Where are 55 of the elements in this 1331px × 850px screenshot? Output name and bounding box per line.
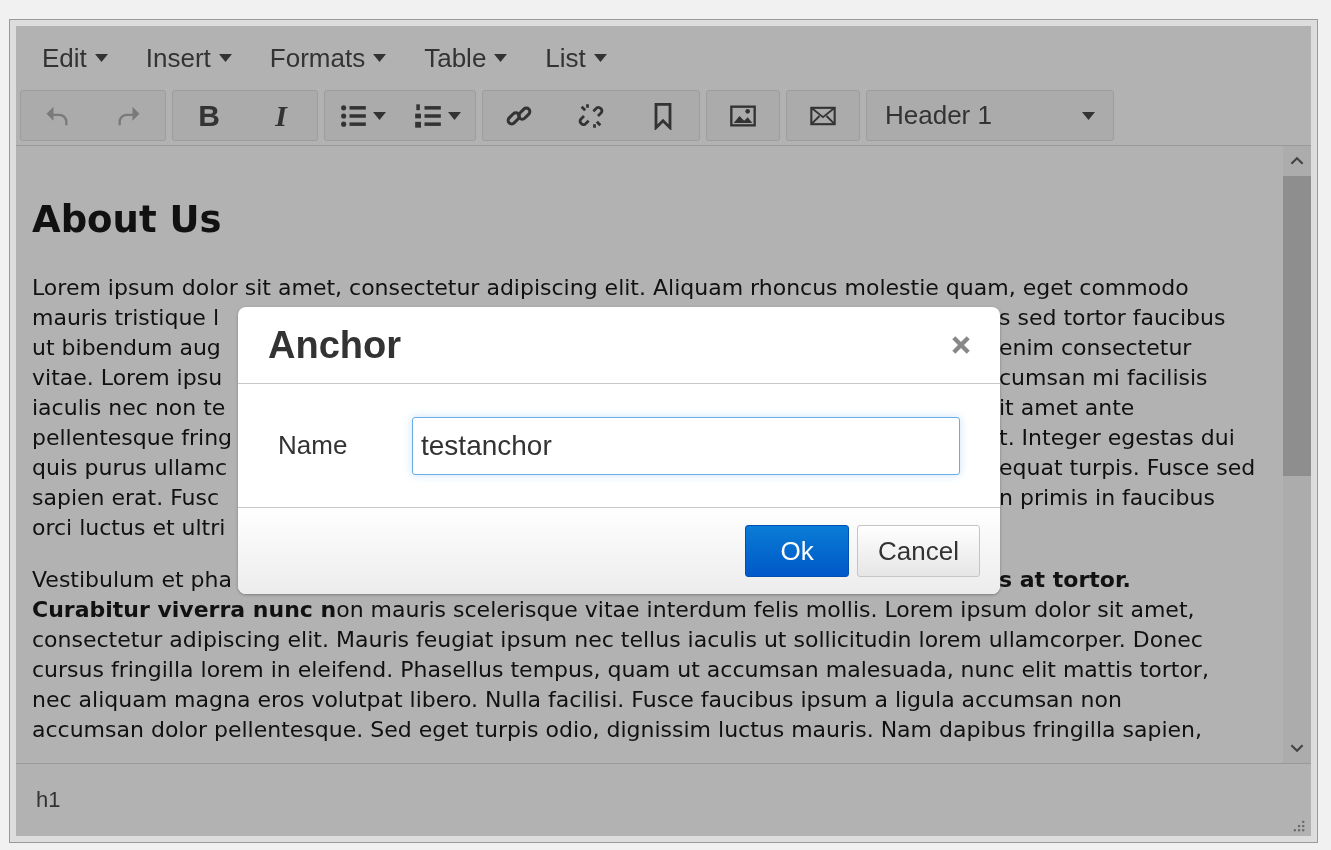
paragraph-line: sapien erat. Fusc — [32, 484, 221, 513]
paragraph-line: iaculis nec non te — [32, 394, 227, 423]
caret-icon — [373, 54, 387, 62]
bullet-list-icon — [339, 102, 367, 130]
scroll-up-icon[interactable] — [1290, 156, 1304, 166]
paragraph-line: vitae. Lorem ipsu — [32, 364, 224, 393]
scroll-down-icon[interactable] — [1290, 743, 1304, 753]
cancel-button[interactable]: Cancel — [857, 525, 980, 577]
dialog-title: Anchor — [268, 323, 401, 367]
paragraph-line: nec aliquam magna eros volutpat libero. Nulla facilisi. Fusce faucibus ipsum a ligula accumsan non — [32, 686, 1123, 715]
menu-item[interactable]: Table — [410, 34, 522, 82]
paragraph-line: Vestibulum et pha — [32, 566, 233, 595]
resize-grip-icon[interactable] — [1291, 818, 1305, 832]
caret-icon — [593, 54, 607, 62]
paragraph-line: orci luctus et ultri — [32, 514, 227, 543]
caret-icon — [448, 112, 461, 120]
paragraph-line: n primis in faucibus — [999, 484, 1216, 513]
paragraph-line: accumsan dolor pellentesque. Sed eget turpis odio, dignissim luctus mauris. Nam dapibus fringilla sapien, — [32, 716, 1204, 745]
paragraph-line: mauris tristique l — [32, 304, 220, 333]
paragraph-line: consectetur adipiscing elit. Mauris feugiat ipsum nec tellus iaculis ut sollicitudin lorem ullamcorper. Donec — [32, 626, 1204, 655]
paragraph-line: Lorem ipsum dolor sit amet, consectetur adipiscing elit. Aliquam rhoncus molestie quam, eget commodo — [32, 274, 1190, 303]
paragraph-line: quis purus ullamc — [32, 454, 228, 483]
caret-icon — [1082, 111, 1095, 120]
paragraph-line: enim consectetur — [999, 334, 1193, 363]
paragraph-line: s sed tortor faucibus — [999, 304, 1227, 333]
broken-link-icon — [577, 102, 605, 130]
bold-button[interactable]: B — [173, 91, 245, 141]
scrollbar[interactable] — [1283, 146, 1311, 763]
ok-button[interactable]: Ok — [745, 525, 850, 577]
italic-button[interactable]: I — [245, 91, 317, 141]
paragraph-line: ut bibendum aug — [32, 334, 222, 363]
heading: About Us — [32, 198, 223, 243]
caret-icon — [373, 112, 386, 120]
paragraph-line: cursus fringilla lorem in eleifend. Phasellus tempus, quam ut accumsan malesuada, nunc elit mattis tortor, — [32, 656, 1210, 685]
name-input-field[interactable]: testanchor — [412, 416, 960, 475]
paragraph-line: s at tortor. — [999, 566, 1132, 595]
paragraph-line: t. Integer egestas dui — [999, 424, 1236, 453]
paragraph-line: it amet ante — [999, 394, 1136, 423]
menu-item[interactable]: Formats — [255, 34, 401, 82]
element-path: h1 — [36, 787, 61, 813]
menu-item[interactable]: Edit — [28, 34, 122, 82]
field-label: Name — [278, 430, 349, 461]
close-icon[interactable] — [952, 336, 970, 354]
caret-icon — [94, 54, 108, 62]
paragraph-line: Curabitur viverra nunc non mauris scelerisque vitae interdum felis mollis. Lorem ipsum dolor sit amet, — [32, 596, 1196, 625]
caret-icon — [494, 54, 508, 62]
paragraph-line: pellentesque fring — [32, 424, 234, 453]
menu-item[interactable]: Insert — [131, 34, 246, 82]
format-dropdown[interactable]: Header 1 — [867, 91, 1113, 140]
scrollbar-thumb[interactable] — [1283, 176, 1311, 476]
paragraph-line: equat turpis. Fusce sed — [999, 454, 1257, 483]
menu-item[interactable]: List — [531, 34, 621, 82]
caret-icon — [218, 54, 232, 62]
numbered-list-icon — [414, 102, 442, 130]
paragraph-line: cumsan mi facilisis — [999, 364, 1209, 393]
